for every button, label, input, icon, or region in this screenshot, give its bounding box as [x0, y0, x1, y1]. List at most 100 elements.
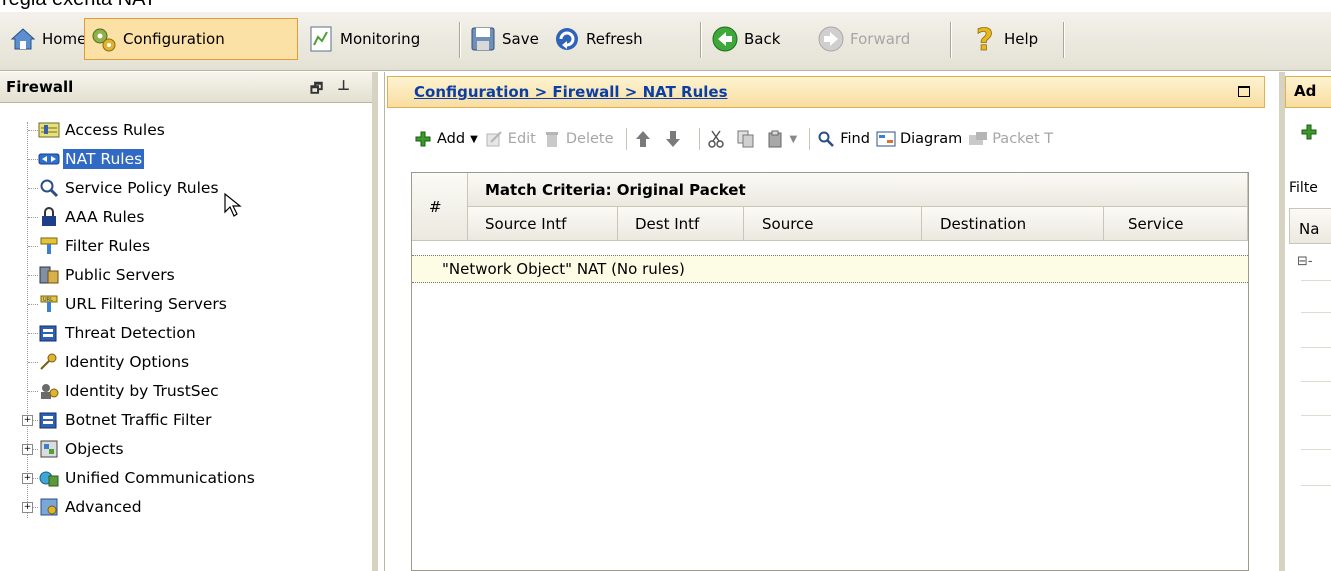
name-column-header[interactable]: Na — [1299, 220, 1319, 238]
nav-item-label: Advanced — [65, 498, 142, 516]
column-header-service[interactable]: Service — [1104, 207, 1248, 241]
filter-label: Filte — [1289, 180, 1318, 196]
back-arrow-icon — [710, 24, 740, 54]
delete-button[interactable]: Delete — [542, 129, 614, 149]
nav-item-filter-rules[interactable]: Filter Rules — [28, 232, 152, 260]
edit-button[interactable]: Edit — [484, 129, 536, 149]
help-button[interactable]: ? Help — [966, 18, 1044, 60]
expand-advanced-toggle[interactable]: + — [22, 502, 33, 513]
column-header-dest-intf[interactable]: Dest Intf — [618, 207, 744, 241]
move-up-button[interactable] — [633, 129, 657, 149]
firewall-nav-pane: Firewall 🗗 ⊥ Access Rules NAT Rules Serv… — [0, 72, 378, 571]
copy-icon — [736, 129, 756, 149]
nav-header: Firewall 🗗 ⊥ — [0, 72, 372, 103]
server-icon — [38, 264, 60, 286]
add-plus-icon — [413, 129, 433, 149]
svg-text:?: ? — [976, 24, 993, 54]
nav-item-public-servers[interactable]: Public Servers — [28, 261, 177, 289]
cut-icon — [706, 129, 726, 149]
save-disk-icon — [468, 24, 498, 54]
packet-trace-label: Packet T — [992, 131, 1054, 147]
refresh-icon — [552, 24, 582, 54]
nav-item-nat-rules[interactable]: NAT Rules — [28, 145, 145, 173]
filter-icon — [38, 235, 60, 257]
diagram-label: Diagram — [899, 131, 963, 147]
nav-item-label: Botnet Traffic Filter — [65, 411, 212, 429]
nav-item-threat-detection[interactable]: Threat Detection — [28, 319, 198, 347]
nav-item-url-filtering-servers[interactable]: URL URL Filtering Servers — [28, 290, 229, 318]
breadcrumb[interactable]: Configuration > Firewall > NAT Rules — [414, 83, 728, 101]
add-button[interactable]: Add ▼ — [413, 129, 478, 149]
nav-item-objects[interactable]: Objects — [28, 435, 126, 463]
nav-item-advanced[interactable]: Advanced — [28, 493, 144, 521]
add-plus-icon[interactable] — [1301, 124, 1317, 140]
nav-item-identity-options[interactable]: Identity Options — [28, 348, 191, 376]
find-label: Find — [840, 131, 870, 147]
help-question-icon: ? — [970, 24, 1000, 54]
table-row[interactable]: "Network Object" NAT (No rules) — [412, 255, 1248, 283]
forward-arrow-icon — [816, 24, 846, 54]
configuration-gears-icon — [89, 24, 119, 54]
save-label: Save — [502, 30, 539, 48]
refresh-button[interactable]: Refresh — [548, 18, 649, 60]
forward-label: Forward — [850, 30, 911, 48]
column-group-header: Match Criteria: Original Packet — [468, 173, 1248, 207]
nat-rules-panel: Configuration > Firewall > NAT Rules Add… — [384, 72, 1274, 571]
nav-item-aaa-rules[interactable]: AAA Rules — [28, 203, 146, 231]
restore-window-icon[interactable]: 🗗 — [310, 78, 323, 102]
packet-trace-icon — [968, 129, 988, 149]
save-button[interactable]: Save — [464, 18, 545, 60]
configuration-button[interactable]: Configuration — [84, 18, 298, 60]
column-header-destination[interactable]: Destination — [922, 207, 1104, 241]
copy-button[interactable] — [736, 129, 760, 149]
addresses-panel: Ad Filte Na ⊟- — [1279, 72, 1331, 571]
magnifier-icon — [38, 177, 60, 199]
rules-toolbar: Add ▼ Edit Delete ▼ Find Diagram Packet … — [413, 124, 1059, 154]
nav-item-service-policy-rules[interactable]: Service Policy Rules — [28, 174, 221, 202]
column-header-source-intf[interactable]: Source Intf — [468, 207, 618, 241]
nav-item-botnet-traffic-filter[interactable]: Botnet Traffic Filter — [28, 406, 213, 434]
identity-key-icon — [38, 351, 60, 373]
nav-item-label: Threat Detection — [65, 324, 196, 342]
panel-header: Configuration > Firewall > NAT Rules — [387, 76, 1265, 108]
nav-item-label: Service Policy Rules — [65, 179, 219, 197]
monitoring-chart-icon — [306, 24, 336, 54]
nav-item-label: AAA Rules — [65, 208, 145, 226]
move-down-icon — [663, 129, 683, 149]
main-toolbar: Home Configuration Monitoring Save Refre… — [0, 12, 1331, 71]
cut-button[interactable] — [706, 129, 730, 149]
find-button[interactable]: Find — [816, 129, 870, 149]
monitoring-button[interactable]: Monitoring — [302, 18, 426, 60]
column-header-source[interactable]: Source — [744, 207, 922, 241]
pin-icon[interactable]: ⊥ — [337, 78, 350, 102]
diagram-icon — [876, 129, 896, 149]
expand-unified-communications-toggle[interactable]: + — [22, 473, 33, 484]
delete-trash-icon — [542, 129, 562, 149]
nav-item-label: Access Rules — [65, 121, 165, 139]
tree-node-collapse[interactable]: ⊟- — [1297, 254, 1313, 269]
nav-item-label: Identity by TrustSec — [65, 382, 219, 400]
configuration-label: Configuration — [123, 30, 225, 48]
paste-button[interactable]: ▼ — [766, 129, 798, 149]
home-icon — [8, 24, 38, 54]
move-down-button[interactable] — [663, 129, 687, 149]
chevron-down-icon: ▼ — [789, 133, 798, 145]
nav-item-access-rules[interactable]: Access Rules — [28, 116, 167, 144]
page-caption: regla exenta NAT — [2, 0, 156, 11]
packet-trace-button[interactable]: Packet T — [968, 129, 1053, 149]
nav-item-identity-by-trustsec[interactable]: Identity by TrustSec — [28, 377, 221, 405]
home-label: Home — [42, 30, 87, 48]
maximize-icon[interactable] — [1238, 86, 1250, 97]
nav-item-label: Filter Rules — [65, 237, 151, 255]
diagram-button[interactable]: Diagram — [876, 129, 962, 149]
column-header-number[interactable]: # — [412, 173, 468, 241]
back-button[interactable]: Back — [706, 18, 786, 60]
nav-item-unified-communications[interactable]: Unified Communications — [28, 464, 257, 492]
home-button[interactable]: Home — [4, 18, 92, 60]
forward-button[interactable]: Forward — [812, 18, 916, 60]
expand-botnet-toggle[interactable]: + — [22, 415, 33, 426]
botnet-icon — [38, 409, 60, 431]
nav-item-label: Unified Communications — [65, 469, 255, 487]
expand-objects-toggle[interactable]: + — [22, 444, 33, 455]
access-rules-icon — [38, 119, 60, 141]
